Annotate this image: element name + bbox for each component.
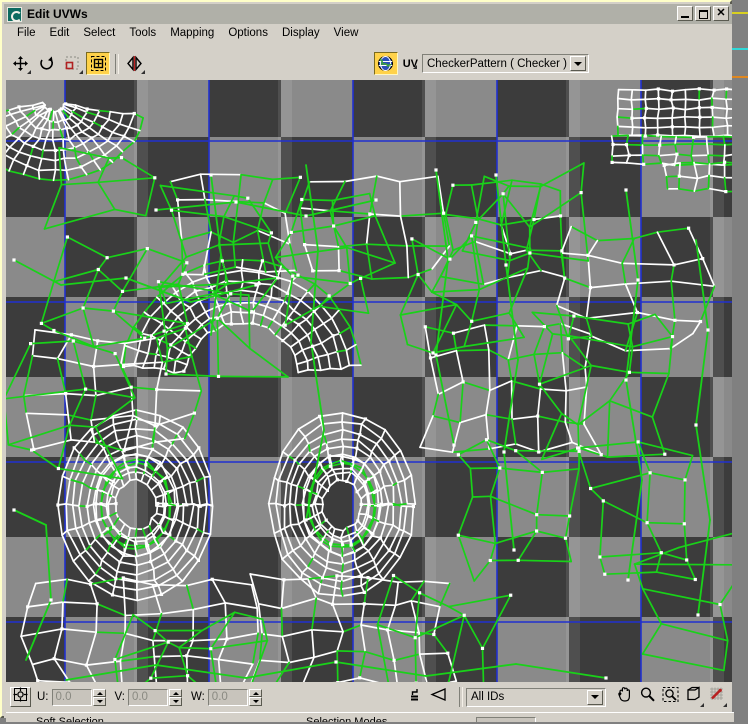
filter-cone-icon: [430, 687, 447, 707]
v-field[interactable]: 0.0: [127, 688, 168, 706]
menu-edit[interactable]: Edit: [43, 26, 77, 40]
v-spinner[interactable]: [168, 688, 182, 706]
minimize-button[interactable]: [677, 6, 693, 21]
zoom-tool[interactable]: [636, 686, 659, 708]
map-dropdown-value: CheckerPattern ( Checker ): [427, 57, 567, 70]
show-map-in-viewport-button[interactable]: [373, 52, 398, 75]
screen: Edit UVWs ✕ File Edit Select Tools Mappi…: [0, 0, 748, 724]
chevron-down-icon[interactable]: [587, 689, 603, 705]
material-id-value: All IDs: [471, 691, 505, 703]
grid-snap-icon: [708, 686, 725, 708]
rotate-tool[interactable]: [34, 52, 58, 75]
lock-selected-vertices-button[interactable]: [404, 686, 427, 708]
background-tick: [730, 12, 748, 14]
dialog-body: Edit UVWs ✕ File Edit Select Tools Mappi…: [4, 4, 734, 722]
u-spinner[interactable]: [92, 688, 106, 706]
menubar: File Edit Select Tools Mapping Options D…: [4, 24, 732, 42]
center-pivot-button[interactable]: [10, 687, 31, 707]
magnifier-icon: [639, 686, 656, 708]
menu-mapping[interactable]: Mapping: [163, 26, 221, 40]
bottom-separator: [459, 687, 463, 707]
mirror-icon: [126, 55, 143, 72]
scale-icon: [64, 55, 81, 72]
hand-icon: [616, 686, 633, 708]
snap-toggle[interactable]: [705, 686, 728, 708]
menu-display[interactable]: Display: [275, 26, 327, 40]
w-field[interactable]: 0.0: [207, 688, 248, 706]
zoom-extents-icon: [685, 686, 702, 708]
zoom-region-icon: [662, 686, 679, 708]
pan-tool[interactable]: [613, 686, 636, 708]
move-tool[interactable]: [8, 52, 32, 75]
bottom-toolbar: U: 0.0 V: 0.0 W: 0.0 All IDs: [4, 684, 732, 710]
freeform-mode-tool[interactable]: [86, 52, 110, 75]
scale-tool[interactable]: [60, 52, 84, 75]
globe-icon: [377, 55, 394, 72]
menu-file[interactable]: File: [10, 26, 43, 40]
maximize-button[interactable]: [695, 6, 711, 21]
uv-channel-label[interactable]: UV: [403, 58, 418, 70]
map-dropdown[interactable]: CheckerPattern ( Checker ): [422, 54, 589, 73]
toolbar: UV CheckerPattern ( Checker ): [4, 48, 732, 79]
v-label: V:: [114, 691, 125, 703]
menu-options[interactable]: Options: [221, 26, 275, 40]
titlebar[interactable]: Edit UVWs ✕: [4, 4, 732, 24]
mirror-tool[interactable]: [122, 52, 146, 75]
filter-selected-faces-button[interactable]: [427, 686, 450, 708]
window-controls: ✕: [677, 6, 729, 21]
w-spinner[interactable]: [248, 688, 262, 706]
uvw-coordinates: U: 0.0 V: 0.0 W: 0.0: [37, 688, 271, 706]
zoom-extents-tool[interactable]: [682, 686, 705, 708]
menu-select[interactable]: Select: [76, 26, 122, 40]
background-tick: [730, 48, 748, 50]
toolbar-separator: [115, 53, 119, 74]
background-tick: [730, 76, 748, 78]
freeform-gizmo-icon: [90, 55, 107, 72]
chevron-down-icon[interactable]: [570, 56, 586, 71]
u-label: U:: [37, 691, 49, 703]
rotate-icon: [38, 55, 55, 72]
close-button[interactable]: ✕: [713, 6, 729, 21]
menu-view[interactable]: View: [327, 26, 366, 40]
pivot-center-icon: [13, 687, 28, 707]
move-icon: [12, 55, 29, 72]
rollout-selection-modes[interactable]: Selection Modes: [306, 716, 387, 722]
window-title: Edit UVWs: [27, 7, 88, 21]
lock-icon: [408, 687, 423, 707]
menu-tools[interactable]: Tools: [122, 26, 163, 40]
zoom-region-tool[interactable]: [659, 686, 682, 708]
rollout-strip: Soft Selection Selection Modes: [6, 712, 734, 722]
w-label: W:: [190, 691, 205, 703]
rollout-soft-selection[interactable]: Soft Selection: [36, 716, 104, 722]
u-field[interactable]: 0.0: [51, 688, 92, 706]
uv-canvas-svg[interactable]: [6, 80, 732, 682]
uv-editor-icon: [7, 6, 22, 22]
edit-uvws-dialog: Edit UVWs ✕ File Edit Select Tools Mappi…: [0, 0, 734, 722]
material-id-dropdown[interactable]: All IDs: [466, 687, 606, 707]
rollout-field[interactable]: [476, 717, 536, 722]
uv-edit-canvas[interactable]: [6, 80, 732, 682]
